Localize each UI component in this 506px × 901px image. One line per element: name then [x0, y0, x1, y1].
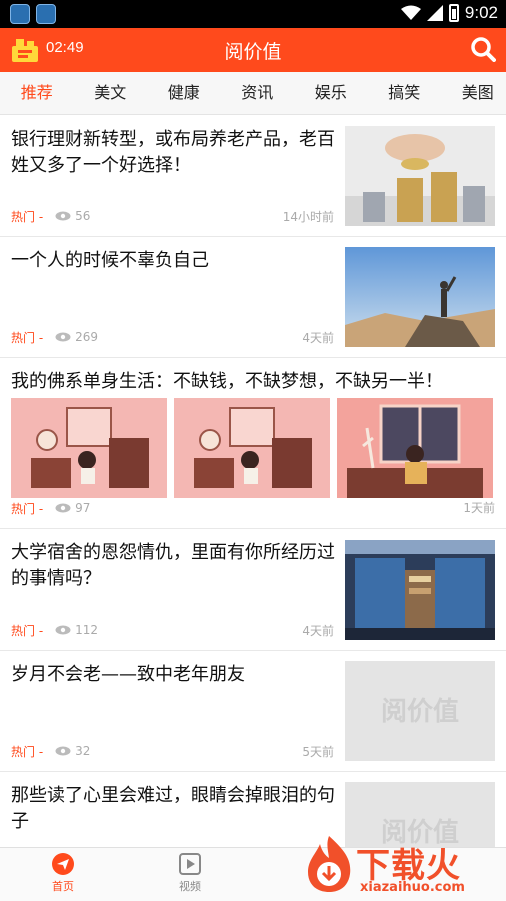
nav-home-label: 首页 [52, 880, 74, 893]
nav-video[interactable]: 视频 [160, 853, 220, 894]
article-image [337, 398, 493, 498]
tab-essays[interactable]: 美文 [74, 72, 148, 114]
hot-tag: 热门 - [11, 209, 44, 224]
wifi-icon [400, 5, 421, 20]
article-title: 大学宿舍的恩怨情仇，里面有你所经历过的事情吗？ [11, 542, 335, 589]
placeholder-logo-text: 阅价值 [380, 697, 459, 727]
status-bar: 9:02 [0, 0, 506, 28]
publish-time: 1天前 [463, 501, 495, 515]
category-tabs: 推荐 美文 健康 资讯 娱乐 搞笑 美图 [0, 72, 506, 115]
send-icon [52, 853, 74, 875]
app-header: 02:49 阅价值 [0, 28, 506, 72]
article-item[interactable]: 岁月不会老——致中老年朋友 热门 - 32 5天前 阅价值 [0, 650, 506, 772]
watermark-url: xiazaihuo.com [360, 880, 465, 895]
watermark: 下载火 xiazaihuo.com [298, 832, 506, 900]
article-feed: 银行理财新转型，或布局养老产品，老百姓又多了一个好选择！ 热门 - 56 14小… [0, 115, 506, 847]
eye-icon [55, 211, 71, 221]
tab-news[interactable]: 资讯 [221, 72, 295, 114]
article-thumbnail [345, 247, 495, 347]
article-title: 银行理财新转型，或布局养老产品，老百姓又多了一个好选择！ [11, 129, 335, 176]
article-title: 岁月不会老——致中老年朋友 [11, 664, 245, 685]
article-meta: 热门 - 112 4天前 [11, 621, 334, 639]
hot-tag: 热门 - [11, 330, 44, 345]
article-meta: 热门 - 269 4天前 [11, 328, 334, 346]
article-title: 一个人的时候不辜负自己 [11, 250, 209, 271]
hot-tag: 热门 - [11, 744, 44, 759]
eye-icon [55, 746, 71, 756]
status-time: 9:02 [464, 3, 498, 22]
page-title: 阅价值 [224, 41, 282, 63]
article-image [11, 398, 167, 498]
publish-time: 4天前 [302, 623, 334, 638]
eye-icon [55, 332, 71, 342]
notification-app-icon [10, 4, 30, 24]
watermark-flame-icon [308, 836, 351, 892]
publish-time: 4天前 [302, 330, 334, 345]
signal-icon [426, 5, 443, 21]
view-count: 32 [75, 744, 91, 758]
tab-entertainment[interactable]: 娱乐 [294, 72, 368, 114]
article-item[interactable]: 我的佛系单身生活：不缺钱，不缺梦想，不缺另一半！ 热门 - 97 1天前 [0, 357, 506, 529]
view-count: 97 [75, 501, 91, 515]
article-title: 那些读了心里会难过，眼睛会掉眼泪的句子 [11, 785, 335, 832]
notification-app-icon [36, 4, 56, 24]
eye-icon [55, 503, 71, 513]
article-meta: 热门 - 97 [11, 499, 334, 517]
tab-funny[interactable]: 搞笑 [368, 72, 442, 114]
article-item[interactable]: 银行理财新转型，或布局养老产品，老百姓又多了一个好选择！ 热门 - 56 14小… [0, 115, 506, 237]
view-count: 56 [75, 209, 91, 223]
tab-health[interactable]: 健康 [147, 72, 221, 114]
nav-video-label: 视频 [179, 880, 201, 893]
article-thumbnail [345, 126, 495, 226]
article-title: 我的佛系单身生活：不缺钱，不缺梦想，不缺另一半！ [11, 371, 443, 392]
article-item[interactable]: 大学宿舍的恩怨情仇，里面有你所经历过的事情吗？ 热门 - 112 4天前 [0, 528, 506, 651]
article-image [174, 398, 330, 498]
article-meta: 热门 - 56 14小时前 [11, 207, 334, 225]
article-thumbnail [345, 540, 495, 640]
hot-tag: 热门 - [11, 623, 44, 638]
tab-recommend[interactable]: 推荐 [0, 72, 74, 114]
nav-home[interactable]: 首页 [33, 853, 93, 894]
video-icon [179, 853, 201, 875]
view-count: 269 [75, 330, 99, 344]
publish-time: 5天前 [302, 744, 334, 759]
search-icon[interactable] [470, 36, 496, 62]
view-count: 112 [75, 623, 99, 637]
publish-time: 14小时前 [282, 209, 334, 224]
article-meta: 热门 - 32 5天前 [11, 742, 334, 760]
hot-tag: 热门 - [11, 501, 44, 516]
tab-pictures[interactable]: 美图 [441, 72, 506, 114]
article-item[interactable]: 一个人的时候不辜负自己 热门 - 269 4天前 [0, 236, 506, 358]
battery-icon [448, 4, 459, 22]
eye-icon [55, 625, 71, 635]
image-placeholder: 阅价值 [345, 661, 495, 761]
